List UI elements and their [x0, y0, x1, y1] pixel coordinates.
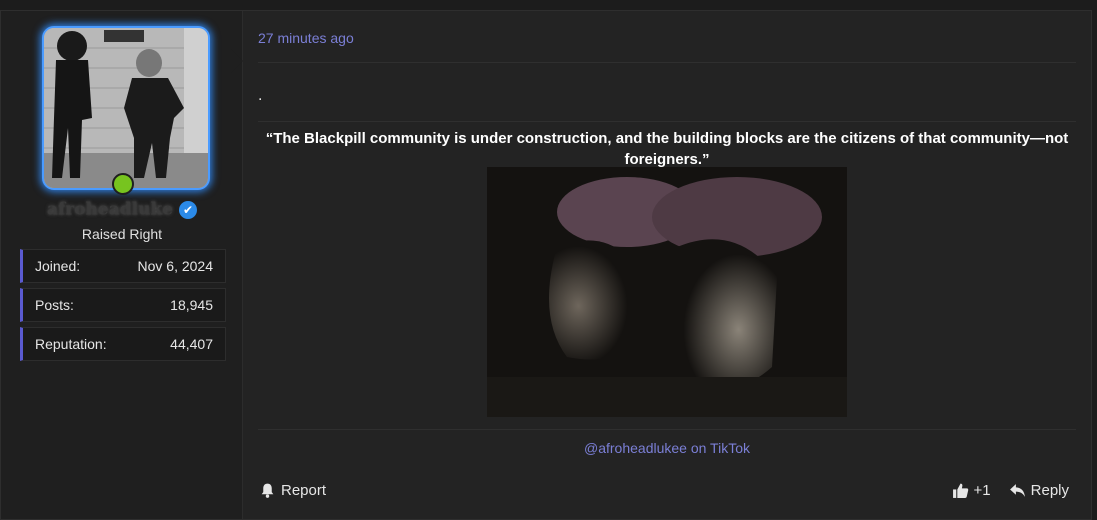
tiktok-source-link[interactable]: @afroheadlukee on TikTok	[258, 440, 1076, 456]
divider	[258, 121, 1076, 122]
avatar[interactable]	[42, 26, 210, 190]
post-container: afroheadluke ✔ Raised Right Joined: Nov 6…	[0, 10, 1092, 520]
user-info-column: afroheadluke ✔ Raised Right Joined: Nov 6…	[1, 11, 243, 519]
reply-button[interactable]: Reply	[1009, 482, 1069, 499]
stat-value: 18,945	[170, 297, 213, 313]
post-image[interactable]	[487, 167, 847, 417]
like-button[interactable]: +1	[952, 482, 991, 499]
stat-reputation: Reputation: 44,407	[20, 327, 226, 361]
verified-check-icon: ✔	[179, 200, 198, 219]
user-title: Raised Right	[81, 226, 163, 242]
post-quote: “The Blackpill community is under constr…	[265, 130, 1069, 168]
stat-value: 44,407	[170, 336, 213, 352]
user-column-arrow	[231, 49, 243, 73]
thumbs-up-icon	[952, 483, 968, 498]
divider	[258, 429, 1076, 430]
reply-label[interactable]: Reply	[1031, 482, 1069, 499]
bell-icon	[261, 483, 274, 498]
report-button[interactable]: Report	[259, 482, 326, 499]
post-timestamp[interactable]: 27 minutes ago	[258, 30, 354, 46]
user-stats: Joined: Nov 6, 2024 Posts: 18,945 Reputa…	[20, 249, 226, 366]
divider	[258, 62, 1076, 63]
stat-label: Reputation:	[35, 336, 107, 352]
online-status-icon	[112, 173, 134, 195]
stat-label: Joined:	[35, 258, 81, 274]
stat-value: Nov 6, 2024	[137, 258, 214, 274]
stat-posts: Posts: 18,945	[20, 288, 226, 322]
report-label[interactable]: Report	[281, 482, 326, 499]
post-first-line: .	[258, 87, 263, 104]
stat-joined: Joined: Nov 6, 2024	[20, 249, 226, 283]
post-actions-right: +1 Reply	[952, 482, 1069, 499]
post-actions-left: Report	[259, 482, 326, 499]
like-count: +1	[973, 482, 991, 499]
username[interactable]: afroheadluke ✔	[1, 199, 243, 220]
reply-icon	[1009, 484, 1025, 497]
stat-label: Posts:	[35, 297, 74, 313]
